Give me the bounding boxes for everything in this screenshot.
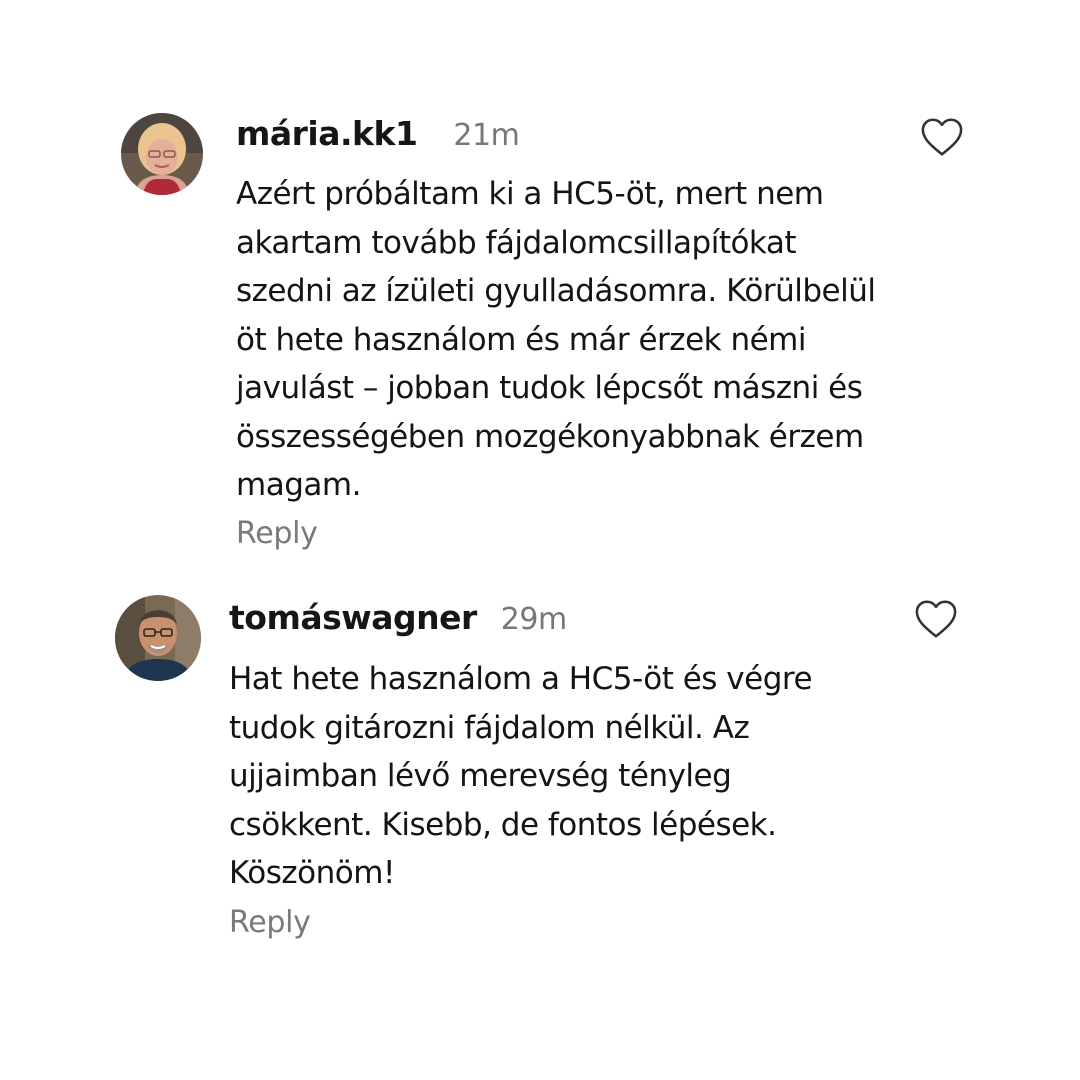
timestamp: 29m xyxy=(500,602,567,637)
comment-line: öt hete használom és már érzek némi xyxy=(236,321,807,358)
comment-line: összességében mozgékonyabbnak érzem xyxy=(236,418,864,455)
timestamp: 21m xyxy=(453,118,520,153)
comment-line: Azért próbáltam ki a HC5-öt, mert nem xyxy=(236,176,824,212)
reply-button[interactable]: Reply xyxy=(236,516,318,551)
comment-text: Hat hete használom a HC5-öt és végre tud… xyxy=(229,655,813,898)
username[interactable]: tomáswagner xyxy=(229,598,477,637)
user-avatar-photo xyxy=(115,595,201,681)
comment-header: mária.kk1 21m xyxy=(236,114,520,153)
comment-text: Azért próbáltam ki a HC5-öt, mert nem ak… xyxy=(236,170,876,510)
user-avatar-photo xyxy=(121,113,203,195)
comment-header: tomáswagner 29m xyxy=(229,598,567,637)
heart-outline-icon[interactable] xyxy=(914,599,958,639)
comment-line: szedni az ízületi gyulladásomra. Körülbe… xyxy=(236,273,876,309)
comment-line: magam. xyxy=(236,467,361,503)
comment-line: Hat hete használom a HC5-öt és végre xyxy=(229,661,813,697)
username[interactable]: mária.kk1 xyxy=(236,114,418,153)
comment-line: ujjaimban lévő merevség tényleg xyxy=(229,758,732,794)
comment-line: tudok gitározni fájdalom nélkül. Az xyxy=(229,709,750,746)
heart-outline-icon[interactable] xyxy=(920,117,964,157)
comment-line: javulást – jobban tudok lépcsőt mászni é… xyxy=(236,370,863,406)
comment-line: Köszönöm! xyxy=(229,855,395,891)
comment-line: akartam tovább fájdalomcsillapítókat xyxy=(236,224,797,261)
comment-line: csökkent. Kisebb, de fontos lépések. xyxy=(229,806,777,843)
reply-button[interactable]: Reply xyxy=(229,905,311,940)
avatar[interactable] xyxy=(121,113,203,195)
avatar[interactable] xyxy=(115,595,201,681)
